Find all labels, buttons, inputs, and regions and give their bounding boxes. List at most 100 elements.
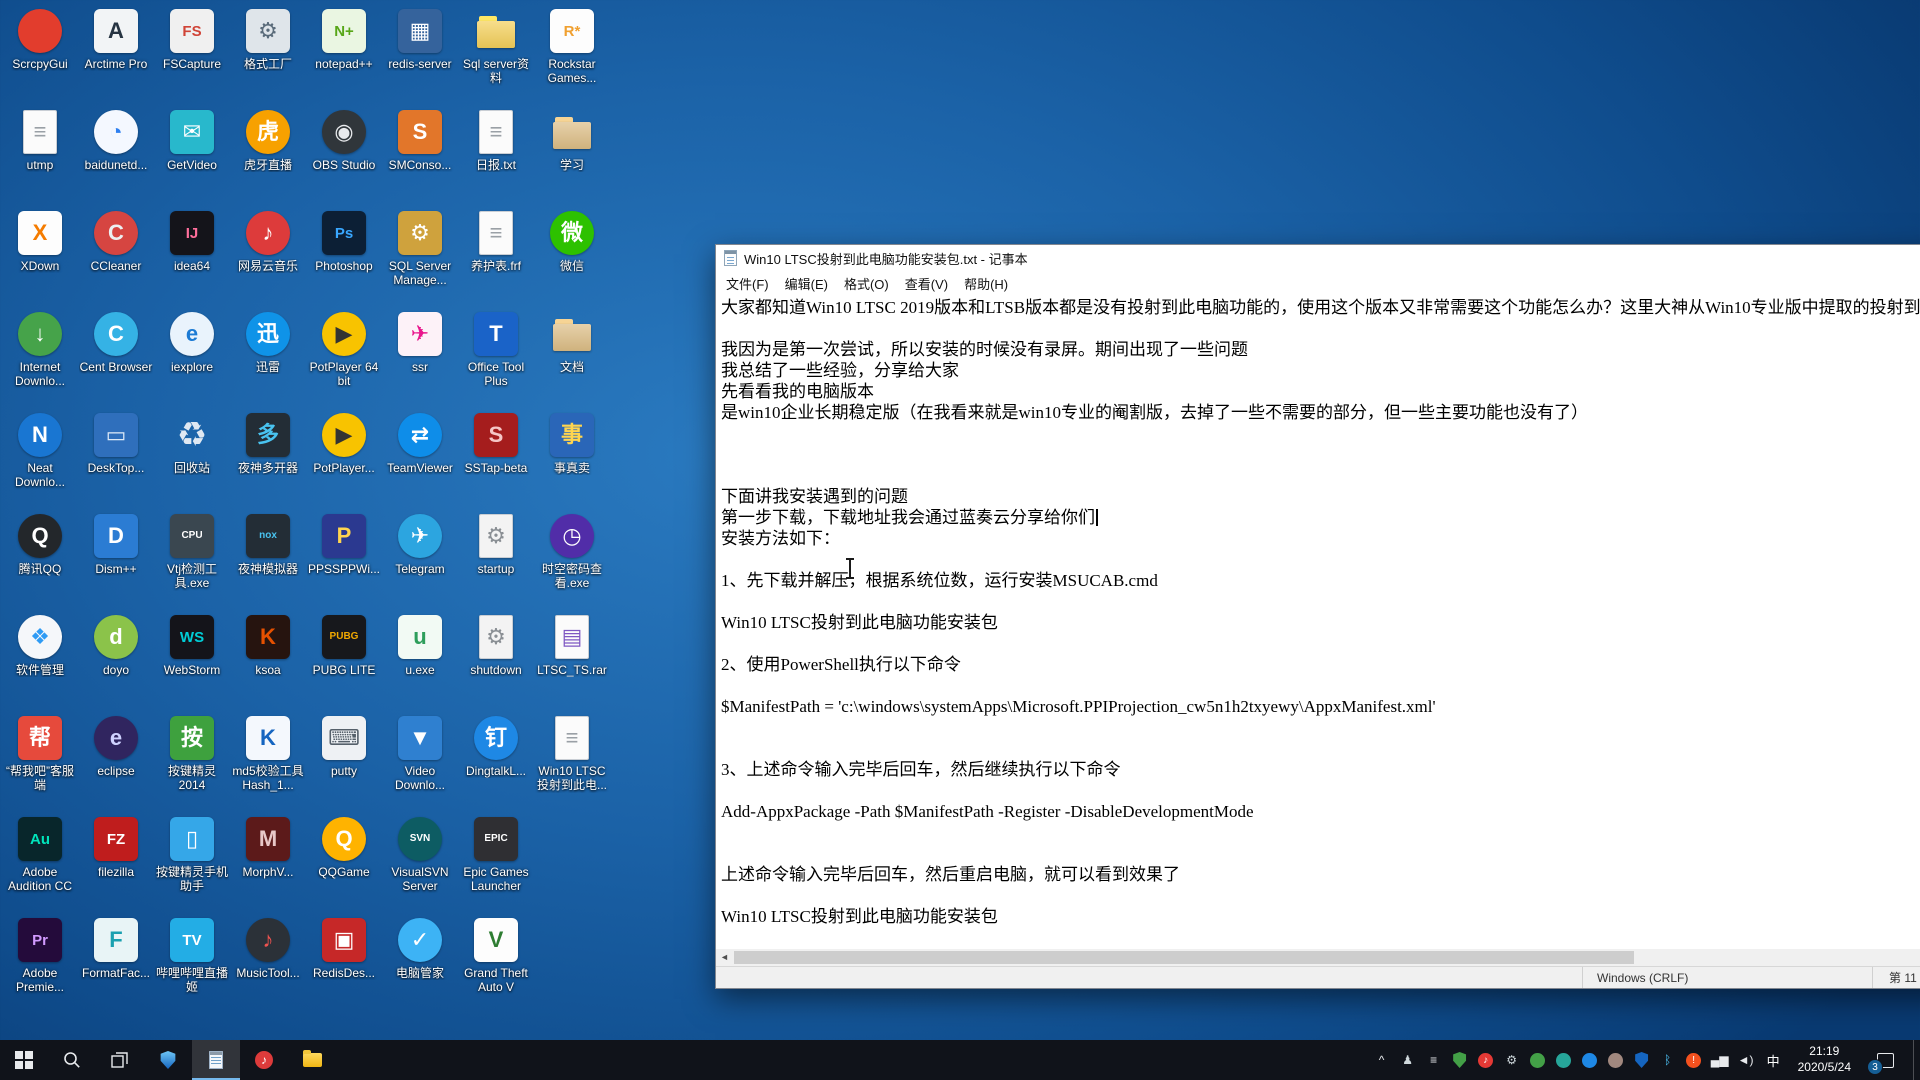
desktop-icon-dism-plus-plus[interactable]: D Dism++ xyxy=(78,509,154,610)
desktop-icon-potplayer-64[interactable]: ▶ PotPlayer 64 bit xyxy=(306,307,382,408)
desktop-icon-u-exe[interactable]: u u.exe xyxy=(382,610,458,711)
desktop-icon-obs-studio[interactable]: ◉ OBS Studio xyxy=(306,105,382,206)
tray-netease-tray-icon[interactable]: ♪ xyxy=(1477,1051,1495,1069)
desktop-icon-formatfac[interactable]: F FormatFac... xyxy=(78,913,154,1014)
desktop-icon-getvideo[interactable]: ✉ GetVideo xyxy=(154,105,230,206)
desktop-icon-smconsole[interactable]: S SMConso... xyxy=(382,105,458,206)
tray-security-blue-icon[interactable] xyxy=(1633,1051,1651,1069)
show-desktop-button[interactable] xyxy=(1913,1040,1918,1080)
desktop-icon-study-folder[interactable]: 学习 xyxy=(534,105,610,206)
menu-edit[interactable]: 编辑(E) xyxy=(777,271,836,296)
desktop-icon-shizhenmai[interactable]: 事事真卖 xyxy=(534,408,610,509)
desktop-icon-format-factory[interactable]: ⚙ 格式工厂 xyxy=(230,4,306,105)
desktop-icon-gta-v[interactable]: V Grand Theft Auto V xyxy=(458,913,534,1014)
tray-blue-app-icon[interactable] xyxy=(1581,1051,1599,1069)
desktop-icon-potplayer[interactable]: ▶ PotPlayer... xyxy=(306,408,382,509)
desktop-icon-putty[interactable]: ⌨ putty xyxy=(306,711,382,812)
desktop-icon-ccleaner[interactable]: C CCleaner xyxy=(78,206,154,307)
taskbar-app-security-browser[interactable] xyxy=(144,1040,192,1080)
tray-green-app-icon[interactable] xyxy=(1529,1051,1547,1069)
tray-people-icon[interactable]: ♟ xyxy=(1399,1051,1417,1069)
desktop-icon-anjian-2014[interactable]: 按按键精灵2014 xyxy=(154,711,230,812)
input-method-indicator[interactable]: 中 xyxy=(1763,1051,1784,1070)
desktop-icon-pc-manager[interactable]: ✓ 电脑管家 xyxy=(382,913,458,1014)
desktop-icon-daily-report-txt[interactable]: ≡ 日报.txt xyxy=(458,105,534,206)
desktop-icon-ppsspp[interactable]: P PPSSPPWi... xyxy=(306,509,382,610)
desktop-icon-win10-ltsc-txt[interactable]: ≡ Win10 LTSC投射到此电... xyxy=(534,711,610,812)
desktop-icon-arctime-pro[interactable]: A Arctime Pro xyxy=(78,4,154,105)
desktop-icon-morphvox[interactable]: M MorphV... xyxy=(230,812,306,913)
desktop-icon-sql-server-docs-folder[interactable]: Sql server资料 xyxy=(458,4,534,105)
tray-settings-gear-icon[interactable]: ⚙ xyxy=(1503,1051,1521,1069)
desktop-icon-office-tool-plus[interactable]: T Office Tool Plus xyxy=(458,307,534,408)
desktop-icon-xdown[interactable]: X XDown xyxy=(2,206,78,307)
desktop-icon-photoshop[interactable]: Ps Photoshop xyxy=(306,206,382,307)
desktop-icon-ltsc-ts-rar[interactable]: ▤ LTSC_TS.rar xyxy=(534,610,610,711)
desktop-icon-redis-server[interactable]: ▦ redis-server xyxy=(382,4,458,105)
desktop-icon-yanghu-frf[interactable]: ≡ 养护表.frf xyxy=(458,206,534,307)
desktop-icon-webstorm[interactable]: WS WebStorm xyxy=(154,610,230,711)
desktop-icon-internet-download-manager[interactable]: ↓ Internet Downlo... xyxy=(2,307,78,408)
desktop-icon-neat-download-manager[interactable]: N Neat Downlo... xyxy=(2,408,78,509)
desktop-icon-software-manager[interactable]: ❖ 软件管理 xyxy=(2,610,78,711)
desktop-icon-documents-folder[interactable]: 文档 xyxy=(534,307,610,408)
tray-app-grid-icon[interactable]: ≡ xyxy=(1425,1051,1443,1069)
desktop-icon-rockstar-games[interactable]: R* Rockstar Games... xyxy=(534,4,610,105)
desktop-icon-qqgame[interactable]: Q QQGame xyxy=(306,812,382,913)
desktop-icon-cent-browser[interactable]: C Cent Browser xyxy=(78,307,154,408)
start-button[interactable] xyxy=(0,1040,48,1080)
desktop-icon-visualsvn-server[interactable]: SVN VisualSVN Server xyxy=(382,812,458,913)
taskbar-app-notepad[interactable] xyxy=(192,1040,240,1080)
desktop-icon-notepad-plus-plus[interactable]: N+ notepad++ xyxy=(306,4,382,105)
desktop-icon-huya-live[interactable]: 虎虎牙直播 xyxy=(230,105,306,206)
desktop-icon-scrcpygui[interactable]: ScrcpyGui xyxy=(2,4,78,105)
desktop-icon-pubg-lite[interactable]: PUBG PUBG LITE xyxy=(306,610,382,711)
menu-help[interactable]: 帮助(H) xyxy=(956,271,1016,296)
desktop-icon-sstap-beta[interactable]: S SSTap-beta xyxy=(458,408,534,509)
desktop-icon-dingtalk[interactable]: 钉 DingtalkL... xyxy=(458,711,534,812)
notepad-title-bar[interactable]: Win10 LTSC投射到此电脑功能安装包.txt - 记事本 xyxy=(716,245,1920,271)
desktop-icon-eclipse[interactable]: e eclipse xyxy=(78,711,154,812)
scroll-thumb[interactable] xyxy=(734,951,1634,964)
menu-file[interactable]: 文件(F) xyxy=(718,271,777,296)
notepad-text-area[interactable]: 大家都知道Win10 LTSC 2019版本和LTSB版本都是没有投射到此电脑功… xyxy=(716,295,1920,949)
desktop-icon-redis-desktop-manager[interactable]: ▣ RedisDes... xyxy=(306,913,382,1014)
tray-brown-app-icon[interactable] xyxy=(1607,1051,1625,1069)
desktop-icon-wechat[interactable]: 微微信 xyxy=(534,206,610,307)
desktop-icon-nox-multi[interactable]: 多夜神多开器 xyxy=(230,408,306,509)
menu-view[interactable]: 查看(V) xyxy=(897,271,956,296)
desktop-icon-telegram[interactable]: ✈ Telegram xyxy=(382,509,458,610)
task-view-button[interactable] xyxy=(96,1040,144,1080)
desktop-icon-video-downloader[interactable]: ▼ Video Downlo... xyxy=(382,711,458,812)
desktop-icon-vtj-cpu-tool[interactable]: CPU Vtj检测工具.exe xyxy=(154,509,230,610)
desktop-icon-bilibili-live[interactable]: TV 哔哩哔哩直播姬 xyxy=(154,913,230,1014)
tray-alert-icon[interactable]: ! xyxy=(1685,1051,1703,1069)
desktop-icon-netease-music[interactable]: ♪ 网易云音乐 xyxy=(230,206,306,307)
desktop-icon-startup[interactable]: ⚙ startup xyxy=(458,509,534,610)
desktop-icon-musictool[interactable]: ♪ MusicTool... xyxy=(230,913,306,1014)
desktop-icon-recycle-bin[interactable]: ♻ 回收站 xyxy=(154,408,230,509)
tray-bluetooth-icon[interactable]: ᛒ xyxy=(1659,1051,1677,1069)
desktop-icon-utmp[interactable]: ≡ utmp xyxy=(2,105,78,206)
tray-teal-app-icon[interactable] xyxy=(1555,1051,1573,1069)
desktop-icon-bangwoba-client[interactable]: 帮 “帮我吧”客服端 xyxy=(2,711,78,812)
taskbar-app-netease-music[interactable]: ♪ xyxy=(240,1040,288,1080)
desktop-icon-epic-games-launcher[interactable]: EPIC Epic Games Launcher xyxy=(458,812,534,913)
desktop-icon-fscapture[interactable]: FS FSCapture xyxy=(154,4,230,105)
desktop-icon-adobe-premiere[interactable]: Pr Adobe Premie... xyxy=(2,913,78,1014)
desktop-icon-adobe-audition[interactable]: Au Adobe Audition CC xyxy=(2,812,78,913)
tray-hidden-icons-icon[interactable]: ^ xyxy=(1373,1051,1391,1069)
desktop-icon-ssr[interactable]: ✈ ssr xyxy=(382,307,458,408)
taskbar-clock[interactable]: 21:19 2020/5/24 xyxy=(1798,1044,1851,1075)
desktop-icon-internet-explorer[interactable]: e iexplore xyxy=(154,307,230,408)
desktop-icon-time-password-viewer[interactable]: ◷ 时空密码查看.exe xyxy=(534,509,610,610)
desktop-icon-intellij-idea[interactable]: IJ idea64 xyxy=(154,206,230,307)
desktop-icon-baidu-netdisk[interactable]: ◔ baidunetd... xyxy=(78,105,154,206)
search-button[interactable] xyxy=(48,1040,96,1080)
desktop-icon-shutdown[interactable]: ⚙ shutdown xyxy=(458,610,534,711)
desktop-icon-filezilla[interactable]: FZ filezilla xyxy=(78,812,154,913)
taskbar-app-file-explorer[interactable] xyxy=(288,1040,336,1080)
tray-security-green-icon[interactable] xyxy=(1451,1051,1469,1069)
desktop-icon-tencent-qq[interactable]: Q 腾讯QQ xyxy=(2,509,78,610)
desktop-icon-anjian-phone-assistant[interactable]: ▯ 按键精灵手机助手 xyxy=(154,812,230,913)
